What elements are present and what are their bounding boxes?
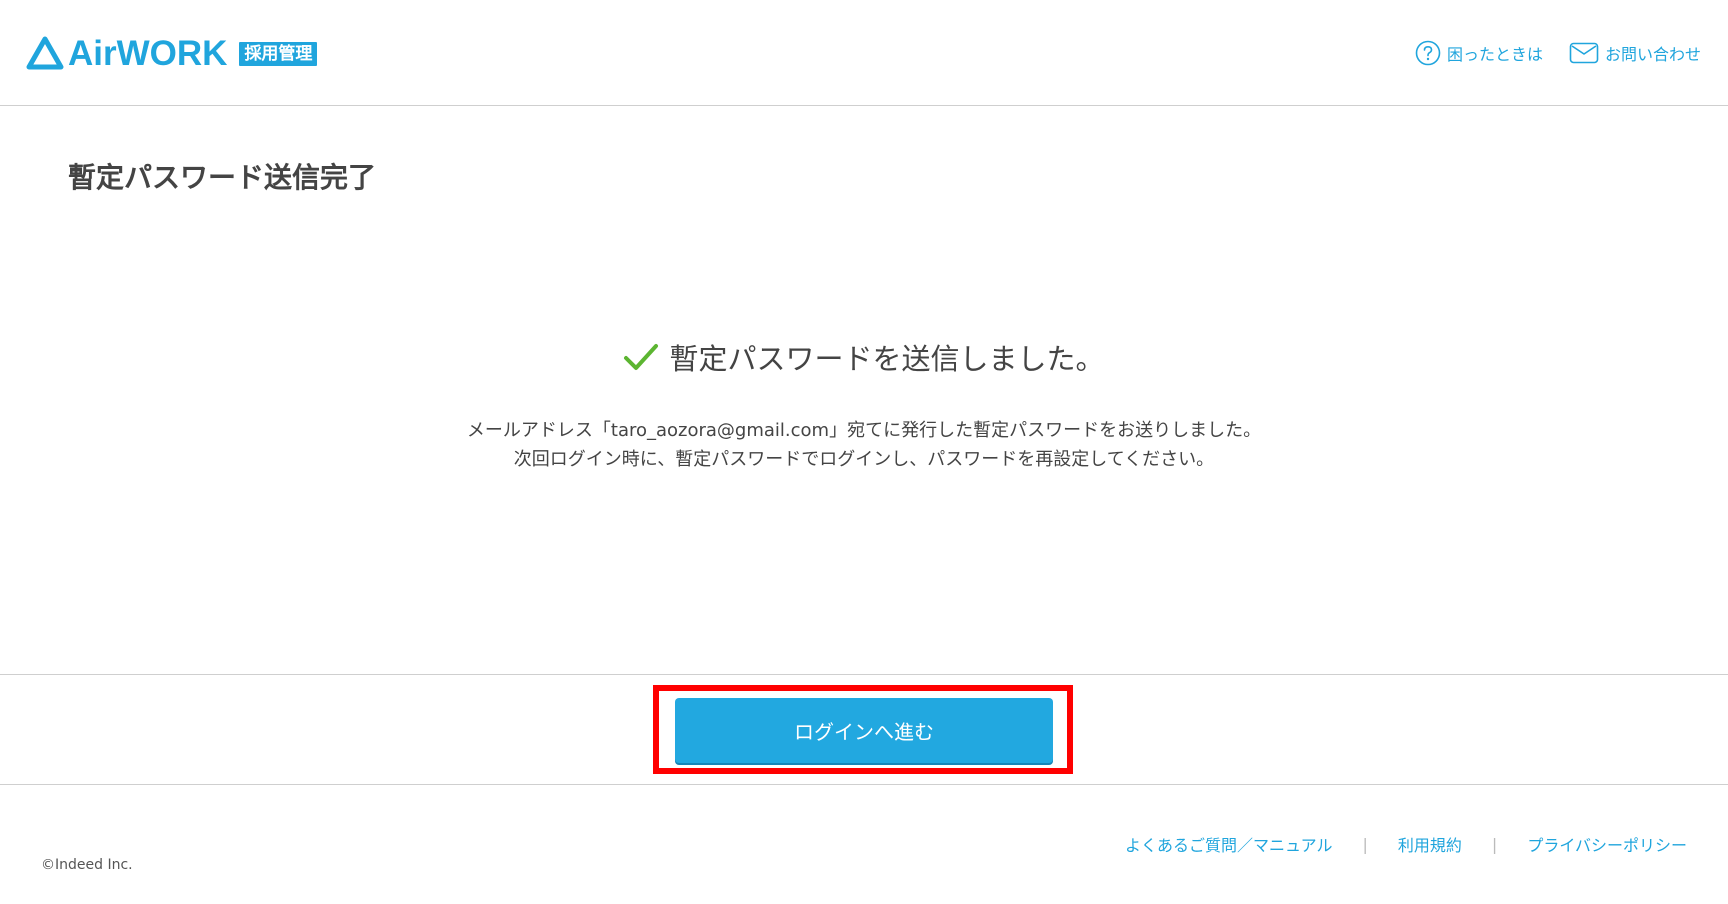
logo-text: AirWORK <box>68 34 228 73</box>
airwork-logo[interactable]: AirWORK 採用管理 <box>26 34 318 74</box>
copyright: ©Indeed Inc. <box>41 857 133 873</box>
contact-link[interactable]: お問い合わせ <box>1569 41 1701 65</box>
footer-separator: | <box>1491 834 1498 854</box>
page: AirWORK 採用管理 困ったときは お問い合わせ 暫定パスワード送信完了 暫… <box>0 0 1728 904</box>
login-button[interactable]: ログインへ進む <box>675 698 1053 763</box>
success-message: 暫定パスワードを送信しました。 <box>0 336 1728 378</box>
logo-badge: 採用管理 <box>239 42 318 66</box>
footer-separator: | <box>1362 834 1368 854</box>
description-line-2: 次回ログイン時に、暫定パスワードでログインし、パスワードを再設定してください。 <box>513 449 1215 470</box>
logo-triangle-icon <box>26 36 64 70</box>
faq-link[interactable]: よくあるご質問／マニュアル <box>1125 832 1333 856</box>
success-text: 暫定パスワードを送信しました。 <box>669 342 1105 376</box>
terms-link[interactable]: 利用規約 <box>1398 832 1462 856</box>
description: メールアドレス「taro_aozora@gmail.com」宛てに発行した暫定パ… <box>0 416 1728 474</box>
mail-icon <box>1569 42 1599 64</box>
header-links: 困ったときは お問い合わせ <box>1415 40 1701 66</box>
header: AirWORK 採用管理 困ったときは お問い合わせ <box>0 0 1728 106</box>
help-link-label: 困ったときは <box>1446 45 1543 64</box>
contact-link-label: お問い合わせ <box>1604 45 1701 64</box>
page-title: 暫定パスワード送信完了 <box>68 161 377 194</box>
help-link[interactable]: 困ったときは <box>1415 40 1543 66</box>
description-line-1: メールアドレス「taro_aozora@gmail.com」宛てに発行した暫定パ… <box>466 420 1262 441</box>
check-icon <box>624 344 659 370</box>
privacy-link[interactable]: プライバシーポリシー <box>1527 832 1687 856</box>
question-icon <box>1415 40 1441 66</box>
footer-links: よくあるご質問／マニュアル | 利用規約 | プライバシーポリシー <box>1125 832 1687 856</box>
action-area: ログインへ進む <box>0 674 1728 785</box>
